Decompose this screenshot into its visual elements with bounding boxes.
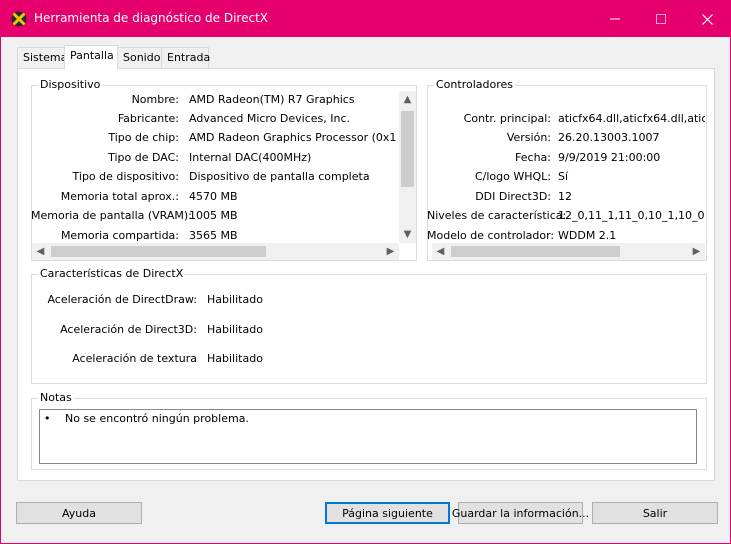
close-button[interactable]	[684, 1, 730, 37]
driver-value: aticfx64.dll,aticfx64.dll,aticfx6	[558, 112, 705, 125]
tab-sonido[interactable]: Sonido	[117, 47, 162, 68]
device-horizontal-scrollbar[interactable]: ◀ ▶	[32, 243, 399, 260]
drivers-horizontal-scrollbar[interactable]: ◀ ▶	[432, 243, 705, 260]
directx-app-icon	[11, 11, 27, 27]
device-label: Fabricante:	[117, 112, 179, 125]
driver-value: 12	[558, 190, 572, 203]
help-button-label: Ayuda	[62, 506, 96, 520]
save-information-button-label: Guardar la información...	[451, 506, 590, 520]
driver-label: C/logo WHQL:	[474, 170, 551, 183]
device-value: Dispositivo de pantalla completa	[189, 170, 370, 183]
scroll-thumb[interactable]	[401, 111, 414, 187]
device-label: Tipo de DAC:	[108, 151, 179, 164]
save-information-button[interactable]: Guardar la información...	[452, 502, 589, 524]
scroll-thumb[interactable]	[451, 246, 620, 257]
minimize-icon	[610, 18, 620, 20]
scroll-right-icon[interactable]: ▶	[688, 243, 705, 260]
notes-bullet: •	[44, 412, 51, 425]
device-label: Memoria total aprox.:	[60, 190, 179, 203]
feature-label: Aceleración de Direct3D:	[60, 323, 197, 336]
exit-button-label: Salir	[642, 506, 668, 520]
next-page-button[interactable]: Página siguiente	[325, 502, 450, 524]
driver-label: DDI Direct3D:	[475, 190, 551, 203]
driver-value: 12_0,11_1,11_0,10_1,10_0,9_	[558, 209, 705, 222]
tab-sistema[interactable]: Sistema	[17, 47, 68, 68]
device-value: Internal DAC(400MHz)	[189, 151, 312, 164]
directx-features-title: Características de DirectX	[38, 267, 186, 280]
device-vertical-scrollbar[interactable]: ▲ ▼	[399, 91, 416, 243]
driver-value: 9/9/2019 21:00:00	[558, 151, 661, 164]
title-bar[interactable]: Herramienta de diagnóstico de DirectX	[1, 1, 730, 37]
tab-label: Pantalla	[70, 49, 114, 62]
feature-value: Habilitado	[207, 352, 263, 365]
driver-label: Fecha:	[515, 151, 551, 164]
scroll-left-icon[interactable]: ◀	[32, 243, 49, 260]
device-label: Tipo de chip:	[108, 131, 179, 144]
help-button[interactable]: Ayuda	[16, 502, 142, 524]
driver-label: Contr. principal:	[463, 112, 551, 125]
device-value: 1005 MB	[189, 209, 238, 222]
feature-value: Habilitado	[207, 293, 263, 306]
device-group-title: Dispositivo	[38, 78, 103, 91]
scroll-right-icon[interactable]: ▶	[382, 243, 399, 260]
notes-text-area[interactable]: • No se encontró ningún problema.	[39, 409, 697, 464]
exit-button[interactable]: Salir	[592, 502, 718, 524]
driver-value: Sí	[558, 170, 569, 183]
device-value: 4570 MB	[189, 190, 238, 203]
tab-entrada[interactable]: Entrada	[161, 47, 211, 68]
maximize-icon	[656, 14, 666, 24]
device-label: Tipo de dispositivo:	[72, 170, 179, 183]
tab-label: Entrada	[167, 51, 211, 64]
dxdiag-window: Herramienta de diagnóstico de DirectX Si…	[0, 0, 731, 544]
next-page-button-label: Página siguiente	[342, 506, 433, 520]
notes-title: Notas	[38, 391, 74, 404]
feature-value: Habilitado	[207, 323, 263, 336]
feature-label: Aceleración de DirectDraw:	[47, 293, 197, 306]
device-label: Nombre:	[131, 93, 179, 106]
tab-pantalla[interactable]: Pantalla	[64, 45, 118, 69]
driver-value: WDDM 2.1	[558, 229, 617, 242]
scroll-left-icon[interactable]: ◀	[432, 243, 449, 260]
drivers-group-title: Controladores	[434, 78, 515, 91]
device-value: 3565 MB	[189, 229, 238, 242]
device-label: Memoria compartida:	[60, 229, 179, 242]
notes-message: No se encontró ningún problema.	[65, 412, 249, 425]
tab-label: Sistema	[23, 51, 68, 64]
device-value: Advanced Micro Devices, Inc.	[189, 112, 351, 125]
scroll-thumb[interactable]	[51, 246, 266, 257]
driver-label: Niveles de característica:	[427, 209, 567, 222]
driver-value: 26.20.13003.1007	[558, 131, 660, 144]
feature-label: Aceleración de textura	[72, 352, 197, 365]
device-value: AMD Radeon(TM) R7 Graphics	[189, 93, 355, 106]
driver-label: Versión:	[506, 131, 551, 144]
window-title: Herramienta de diagnóstico de DirectX	[34, 11, 268, 25]
minimize-button[interactable]	[592, 1, 638, 37]
scroll-up-icon[interactable]: ▲	[399, 91, 416, 108]
device-label: Memoria de pantalla (VRAM):	[31, 209, 192, 222]
close-icon	[701, 13, 713, 25]
driver-label: Modelo de controlador:	[427, 229, 555, 242]
tab-label: Sonido	[123, 51, 161, 64]
device-value: AMD Radeon Graphics Processor (0x1313)	[189, 131, 397, 144]
maximize-button[interactable]	[638, 1, 684, 37]
scroll-down-icon[interactable]: ▼	[399, 226, 416, 243]
